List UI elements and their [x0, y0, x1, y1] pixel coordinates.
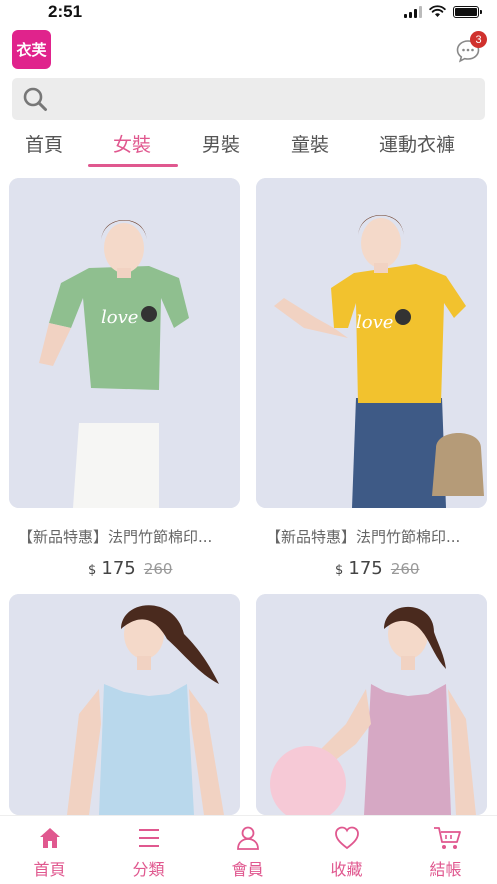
active-tab-indicator — [88, 164, 178, 167]
svg-text:love: love — [101, 307, 138, 328]
message-count-badge: 3 — [470, 31, 487, 48]
search-icon — [23, 87, 47, 111]
tab-men[interactable]: 男裝 — [202, 130, 240, 157]
status-time: 2:51 — [48, 2, 83, 21]
tab-women[interactable]: 女裝 — [113, 130, 151, 157]
nav-checkout[interactable]: 結帳 — [396, 816, 495, 884]
nav-favorites[interactable]: 收藏 — [297, 816, 396, 884]
product-image[interactable] — [9, 594, 240, 815]
status-bar: 2:51 — [0, 0, 497, 26]
product-title[interactable]: 【新品特惠】法門竹節棉印... — [18, 526, 212, 547]
sale-price: 175 — [101, 558, 136, 579]
app-logo[interactable]: 衣芙 — [12, 30, 51, 69]
tab-kids[interactable]: 童裝 — [291, 130, 329, 157]
heart-icon — [335, 826, 359, 850]
nav-label: 收藏 — [330, 860, 363, 879]
svg-text:love: love — [356, 312, 393, 333]
nav-label: 結帳 — [429, 860, 462, 879]
tab-sportswear[interactable]: 運動衣褲 — [379, 130, 455, 157]
tab-home[interactable]: 首頁 — [25, 130, 63, 157]
currency: $ — [335, 563, 344, 578]
nav-label: 會員 — [231, 860, 264, 879]
product-price: $ 175 260 — [88, 558, 172, 579]
battery-icon — [453, 5, 482, 18]
nav-category[interactable]: 分類 — [99, 816, 198, 884]
original-price: 260 — [143, 560, 173, 578]
category-tabs: 首頁 女裝 男裝 童裝 運動衣褲 — [0, 124, 497, 168]
signal-icon — [404, 5, 422, 18]
bottom-nav: 首頁 分類 會員 收藏 結帳 — [0, 815, 497, 884]
wifi-icon — [429, 5, 446, 17]
sale-price: 175 — [348, 558, 383, 579]
original-price: 260 — [390, 560, 420, 578]
user-icon — [237, 826, 259, 850]
menu-icon — [139, 829, 159, 847]
product-image[interactable] — [256, 594, 487, 815]
nav-member[interactable]: 會員 — [198, 816, 297, 884]
nav-label: 分類 — [132, 860, 165, 879]
product-price: $ 175 260 — [335, 558, 419, 579]
product-image[interactable]: love — [9, 178, 240, 508]
home-icon — [40, 828, 60, 848]
currency: $ — [88, 563, 97, 578]
search-input[interactable] — [58, 78, 472, 122]
product-image[interactable]: love — [256, 178, 487, 508]
product-title[interactable]: 【新品特惠】法門竹節棉印... — [266, 526, 460, 547]
nav-home[interactable]: 首頁 — [0, 816, 99, 884]
cart-icon — [434, 827, 461, 849]
nav-label: 首頁 — [33, 860, 66, 879]
status-icons — [404, 5, 482, 18]
search-bar[interactable] — [12, 78, 485, 122]
